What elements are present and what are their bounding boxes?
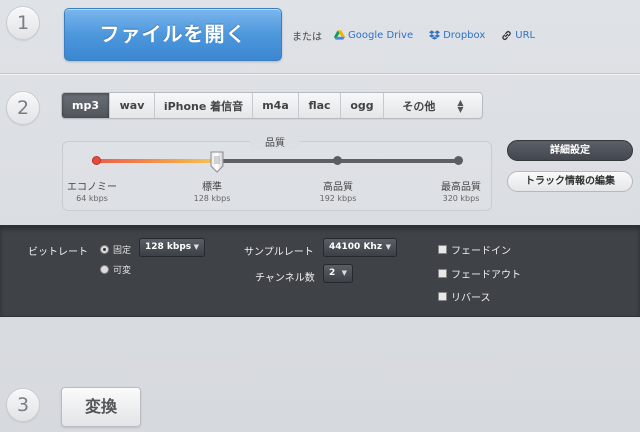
edit-track-info-button[interactable]: トラック情報の編集 bbox=[507, 171, 633, 192]
fade-out-checkbox[interactable] bbox=[438, 269, 447, 278]
bitrate-variable-label: 可変 bbox=[113, 266, 132, 276]
quality-label-highest: 最高品質 bbox=[441, 182, 481, 193]
open-file-button[interactable]: ファイルを開く bbox=[64, 8, 282, 61]
other-formats-label: その他 bbox=[402, 99, 436, 113]
quality-label-high: 高品質 bbox=[323, 182, 353, 193]
quality-kbps-standard: 128 kbps bbox=[193, 194, 231, 203]
quality-slider-thumb[interactable] bbox=[209, 151, 225, 173]
quality-kbps-economy: 64 kbps bbox=[76, 194, 108, 203]
samplerate-select[interactable]: 44100 Khz ▼ bbox=[323, 238, 397, 257]
step-2-indicator: 2 bbox=[6, 91, 40, 125]
bitrate-select[interactable]: 128 kbps ▼ bbox=[139, 238, 205, 257]
channels-select-value: 2 bbox=[329, 268, 336, 278]
samplerate-select-value: 44100 Khz bbox=[329, 242, 383, 252]
step-3-indicator: 3 bbox=[6, 388, 40, 422]
google-drive-label: Google Drive bbox=[348, 29, 414, 41]
url-link[interactable]: URL bbox=[501, 30, 535, 41]
channels-label: チャンネル数 bbox=[255, 273, 315, 284]
google-drive-link[interactable]: Google Drive bbox=[334, 30, 413, 41]
convert-button[interactable]: 変換 bbox=[61, 387, 141, 427]
bitrate-fixed-option[interactable]: 固定 bbox=[100, 243, 131, 256]
advanced-settings-button[interactable]: 詳細設定 bbox=[507, 140, 633, 161]
fade-out-label: フェードアウト bbox=[451, 270, 521, 281]
samplerate-label: サンプルレート bbox=[244, 247, 314, 258]
quality-stop-highest[interactable] bbox=[453, 156, 463, 165]
fade-in-label: フェードイン bbox=[451, 246, 511, 257]
format-tabs: mp3 wav iPhone 着信音 m4a flac ogg その他 ▲ ▼ bbox=[61, 92, 483, 119]
quality-label-standard: 標準 bbox=[202, 182, 222, 193]
fade-in-checkbox[interactable] bbox=[438, 245, 447, 254]
reverse-checkbox[interactable] bbox=[438, 292, 447, 301]
quality-stop-high[interactable] bbox=[332, 156, 342, 165]
source-links: または Google Drive Dropbox URL bbox=[292, 28, 545, 43]
bitrate-select-value: 128 kbps bbox=[145, 242, 192, 252]
chevron-down-icon: ▼ bbox=[385, 243, 391, 251]
fade-in-option[interactable]: フェードイン bbox=[438, 242, 511, 257]
dropbox-label: Dropbox bbox=[443, 29, 486, 41]
quality-title: 品質 bbox=[250, 134, 300, 149]
bitrate-label: ビットレート bbox=[28, 247, 88, 258]
tab-m4a[interactable]: m4a bbox=[253, 93, 299, 118]
bitrate-fixed-label: 固定 bbox=[113, 246, 132, 256]
step-1-indicator: 1 bbox=[6, 6, 40, 40]
google-drive-icon bbox=[334, 30, 345, 40]
quality-stop-economy[interactable] bbox=[91, 156, 101, 165]
quality-label-economy: エコノミー bbox=[67, 182, 117, 193]
bitrate-variable-option[interactable]: 可変 bbox=[100, 263, 131, 276]
up-down-arrows-icon: ▲ ▼ bbox=[457, 97, 464, 114]
chevron-down-icon: ▼ bbox=[341, 269, 347, 277]
tab-ogg[interactable]: ogg bbox=[341, 93, 384, 118]
link-icon bbox=[502, 30, 511, 40]
tab-flac[interactable]: flac bbox=[299, 93, 341, 118]
bitrate-variable-radio[interactable] bbox=[100, 265, 109, 274]
tab-other-formats[interactable]: その他 ▲ ▼ bbox=[384, 93, 482, 118]
reverse-option[interactable]: リバース bbox=[438, 289, 491, 304]
quality-slider-fill bbox=[92, 159, 217, 163]
section-divider bbox=[0, 73, 640, 75]
dropbox-link[interactable]: Dropbox bbox=[429, 30, 485, 41]
quality-kbps-highest: 320 kbps bbox=[442, 194, 480, 203]
advanced-settings-panel: ビットレート 固定 可変 128 kbps ▼ サンプルレート 44100 Kh… bbox=[0, 225, 640, 317]
tab-wav[interactable]: wav bbox=[110, 93, 155, 118]
fade-out-option[interactable]: フェードアウト bbox=[438, 266, 521, 281]
quality-kbps-high: 192 kbps bbox=[319, 194, 357, 203]
url-label: URL bbox=[515, 29, 536, 41]
tab-iphone-ringtone[interactable]: iPhone 着信音 bbox=[155, 93, 253, 118]
chevron-down-icon: ▼ bbox=[193, 243, 199, 251]
reverse-label: リバース bbox=[451, 293, 491, 304]
bitrate-fixed-radio[interactable] bbox=[100, 245, 109, 254]
channels-select[interactable]: 2 ▼ bbox=[323, 264, 353, 283]
dropbox-icon bbox=[429, 30, 441, 40]
or-label: または bbox=[292, 31, 322, 43]
tab-mp3[interactable]: mp3 bbox=[62, 93, 110, 118]
